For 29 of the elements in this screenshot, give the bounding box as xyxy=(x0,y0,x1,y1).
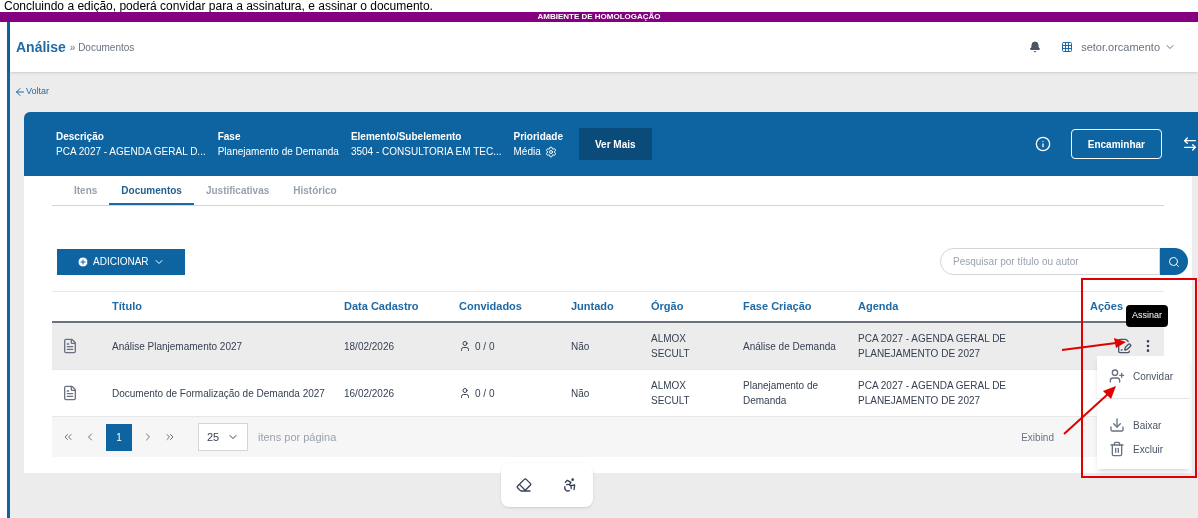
table-cell-text: 0 / 0 xyxy=(475,339,495,354)
table-cell-text: ALMOX SECULT xyxy=(651,332,691,361)
table-cell-text: PCA 2027 - AGENDA GERAL DE PLANEJAMENTO DE 2027 xyxy=(858,379,1008,408)
environment-banner: AMBIENTE DE HOMOLOGAÇÃO xyxy=(0,12,1198,22)
field-label: Prioridade xyxy=(513,130,563,144)
pagination-summary: Exibind xyxy=(1021,430,1054,445)
page-title: Análise xyxy=(16,37,66,57)
field-value: PCA 2027 - AGENDA GERAL D... xyxy=(56,145,206,159)
table-cell-text: ALMOX SECULT xyxy=(651,379,691,408)
table-cell-text: Não xyxy=(571,339,591,354)
per-page-label: itens por página xyxy=(258,429,337,445)
caption-text: Concluindo a edição, poderá convidar para a assinatura, e assinar o documento. xyxy=(3,0,433,12)
table-cell-text: Análise de Demanda xyxy=(743,339,837,354)
field-label: Elemento/Subelemento xyxy=(350,130,463,144)
table-cell-text: PCA 2027 - AGENDA GERAL DE PLANEJAMENTO DE 2027 xyxy=(858,332,1008,361)
field-label: Fase xyxy=(217,130,242,144)
table-cell-text: Documento de Formalização de Demanda 2027 xyxy=(112,386,326,401)
field-value: 3504 - CONSULTORIA EM TEC... xyxy=(350,145,502,159)
field-value: Planejamento de Demanda xyxy=(217,145,339,159)
table-cell-text: Não xyxy=(571,386,591,401)
table-cell-text: 0 / 0 xyxy=(475,386,495,401)
tooltip: Assinar xyxy=(1126,305,1168,327)
field-label: Descrição xyxy=(56,130,105,144)
table-cell-text: 18/02/2026 xyxy=(344,339,396,354)
breadcrumb-trail: » Documentos xyxy=(69,40,135,55)
field-value: Média xyxy=(513,145,541,159)
table-cell-text: Análise Planjemamento 2027 xyxy=(112,339,244,354)
table-cell-text: 16/02/2026 xyxy=(344,386,396,401)
table-cell-text: Planejamento de Demanda xyxy=(743,379,820,408)
